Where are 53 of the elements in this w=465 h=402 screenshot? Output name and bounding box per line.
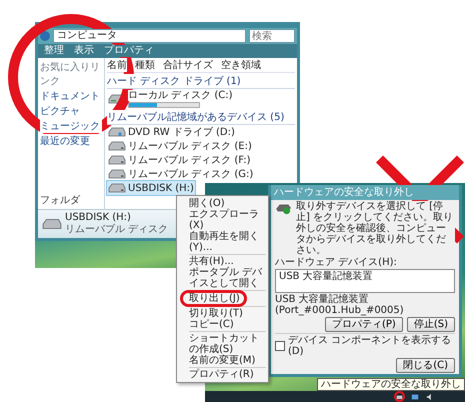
drive-item[interactable]: リムーバブル ディスク (F:) bbox=[107, 153, 252, 167]
dialog-title: ハードウェアの安全な取り外し bbox=[271, 185, 459, 200]
menu-item[interactable]: プロパティ(R) bbox=[177, 369, 268, 380]
device-item[interactable]: USB 大容量記憶装置 bbox=[277, 271, 453, 282]
dialog-button[interactable]: 停止(S) bbox=[406, 317, 455, 332]
drive-name: リムーバブル ディスク (E:) bbox=[128, 140, 252, 152]
drive-name: DVD RW ドライブ (D:) bbox=[128, 126, 235, 138]
drive-item[interactable]: USBDISK (H:) bbox=[107, 181, 195, 195]
menu-item[interactable]: ショートカットの作成(S) bbox=[177, 333, 268, 355]
column-header[interactable]: 種類 bbox=[135, 58, 155, 72]
address-bar[interactable]: コンピュータ bbox=[53, 29, 246, 43]
menu-item[interactable]: エクスプローラ(X) bbox=[177, 209, 268, 231]
drive-item[interactable]: リムーバブル ディスク (E:) bbox=[107, 139, 253, 153]
instruction-text: 取り外すデバイスを選択して [停止] をクリックしてください。取り外しの安全を確認後、コンピュータからデバイスを取り外してください。 bbox=[296, 201, 455, 256]
checkbox-label: デバイス コンポーネントを表示する(D) bbox=[288, 335, 452, 357]
drive-item[interactable]: DVD RW ドライブ (D:) bbox=[107, 125, 236, 139]
details-name: USBDISK (H:) bbox=[65, 212, 132, 224]
drive-name: リムーバブル ディスク (F:) bbox=[128, 154, 251, 166]
sidebar-link[interactable]: ミュージック bbox=[40, 119, 102, 133]
column-header[interactable]: 合計サイズ bbox=[163, 58, 213, 72]
list-label: ハードウェア デバイス(H): bbox=[275, 257, 398, 268]
drive-name: ローカル ディスク (C:) bbox=[128, 90, 233, 101]
menu-item[interactable]: コピー(C) bbox=[177, 319, 268, 330]
drive-name: リムーバブル ディスク (G:) bbox=[128, 168, 254, 180]
menu-item[interactable]: 自動再生を開く(Y)... bbox=[177, 231, 268, 253]
column-header[interactable]: 空き領域 bbox=[221, 58, 261, 72]
menu-item[interactable]: 名前の変更(M) bbox=[177, 355, 268, 366]
drive-icon bbox=[42, 217, 62, 231]
drive-name: USBDISK (H:) bbox=[128, 182, 194, 194]
close-button[interactable]: 閉じる(C) bbox=[396, 358, 455, 373]
drive-icon bbox=[108, 168, 126, 180]
checkbox[interactable] bbox=[275, 341, 285, 351]
drive-icon bbox=[108, 154, 126, 166]
menu-item[interactable]: 共有(H)... bbox=[177, 256, 268, 267]
drive-icon bbox=[108, 182, 126, 194]
tooltip: ハードウェアの安全な取り外し bbox=[317, 378, 465, 391]
menu-item[interactable]: 開く(O) bbox=[177, 198, 268, 209]
menu-item[interactable]: 取り出し(J) bbox=[183, 293, 244, 304]
menu-item[interactable]: 切り取り(T) bbox=[177, 308, 268, 319]
folders-toggle[interactable]: フォルダ bbox=[40, 193, 102, 207]
drive-item[interactable]: ローカル ディスク (C:) bbox=[107, 89, 234, 109]
remove-hardware-icon[interactable] bbox=[394, 391, 405, 402]
column-header[interactable]: 名前 bbox=[107, 58, 127, 72]
menu-item[interactable]: ポータブル デバイスとして開く bbox=[177, 267, 268, 289]
drive-icon bbox=[108, 140, 126, 152]
drive-item[interactable]: リムーバブル ディスク (G:) bbox=[107, 167, 254, 181]
device-info: USB 大容量記憶装置 (Port_#0001.Hub_#0005) bbox=[275, 294, 405, 316]
group-title: リムーバブル記憶域があるデバイス (5) bbox=[107, 110, 295, 125]
group-title: ハード ディスク ドライブ (1) bbox=[107, 74, 295, 89]
search-field[interactable]: 検索 bbox=[249, 29, 295, 43]
disc-drive-icon bbox=[108, 126, 126, 138]
details-type: リムーバブル ディスク bbox=[65, 224, 168, 236]
dialog-button[interactable]: プロパティ(P) bbox=[325, 317, 403, 332]
